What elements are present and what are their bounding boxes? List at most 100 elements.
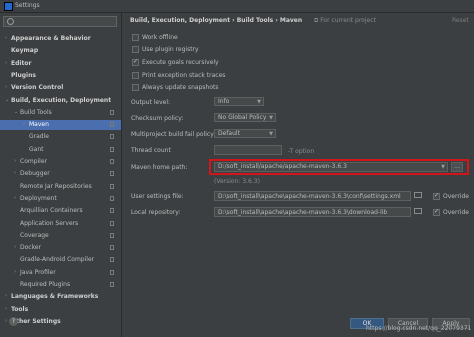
sidebar-item-label: Version Control [11,84,64,92]
chevron-down-icon: ▼ [257,99,261,105]
sidebar-item-label: Other Settings [11,317,61,325]
sidebar-item-label: Gradle [29,133,49,141]
folder-icon[interactable] [414,208,422,214]
multiproject-fail-policy-label: Multiproject build fail policy: [131,131,216,138]
checkbox-box[interactable] [132,34,139,41]
settings-sidebar: › Appearance & Behavior Keymap › Editor Plugi… [0,13,122,337]
sidebar-item[interactable]: › Appearance & Behavior [0,34,121,44]
project-config-icon [110,109,114,115]
sidebar-item[interactable]: Remote Jar Repositories [0,182,121,192]
sidebar-item[interactable]: ⌄ Build Tools [0,108,121,118]
sidebar-item[interactable]: › Maven [0,120,121,131]
settings-search-input[interactable] [3,16,117,27]
sidebar-item-label: Remote Jar Repositories [20,182,92,190]
checkbox-label: Print exception stack traces [142,72,226,79]
sidebar-item[interactable]: › Debugger [0,169,121,179]
project-config-icon [110,159,114,164]
sidebar-item[interactable]: › Deployment [0,194,121,204]
chevron-right-icon[interactable]: › [5,35,7,41]
checkbox-box[interactable] [132,58,139,66]
checksum-policy-select[interactable]: No Global Policy ▼ [214,113,276,122]
sidebar-item[interactable]: Arquillian Containers [0,206,121,216]
chevron-right-icon[interactable]: › [14,244,16,250]
sidebar-item[interactable]: Plugins [0,71,121,81]
chevron-right-icon[interactable]: › [14,170,16,176]
sidebar-item-label: Editor [11,59,32,67]
thread-count-input[interactable] [214,145,282,155]
user-settings-file-input[interactable]: D:\soft_install\apache\apache-maven-3.6.… [214,191,411,201]
sidebar-item-label: Docker [20,244,42,252]
checkbox-box[interactable] [433,192,440,200]
sidebar-item[interactable]: › Java Profiler [0,268,121,278]
sidebar-item[interactable]: › Editor [0,59,121,69]
chevron-right-icon[interactable]: › [5,293,7,299]
local-repository-input[interactable]: D:\soft_install\apache\apache-maven-3.6.… [214,207,411,217]
sidebar-item[interactable]: Keymap [0,46,121,56]
chevron-down-icon: ▼ [269,131,273,137]
sidebar-item[interactable]: › Compiler [0,157,121,167]
project-config-icon [110,282,114,287]
sidebar-item-label: Build Tools [20,108,52,116]
sidebar-item[interactable]: Application Servers [0,219,121,229]
sidebar-item-label: Build, Execution, Deployment [11,96,112,104]
project-config-icon [110,134,114,140]
chevron-right-icon[interactable]: › [14,158,16,164]
sidebar-item[interactable]: Coverage [0,231,121,241]
sidebar-item-label: Coverage [20,231,49,239]
sidebar-item[interactable]: Gradle [0,132,121,142]
sidebar-item[interactable]: › Languages & Frameworks [0,292,121,302]
project-config-icon [110,208,114,214]
sidebar-item-label: Application Servers [20,219,79,227]
sidebar-item-label: Arquillian Containers [20,207,83,215]
checkbox-box[interactable] [132,72,139,79]
project-config-icon [110,245,114,251]
window-titlebar: Settings [0,0,474,13]
checkbox-box[interactable] [132,46,139,53]
sidebar-item-label: Appearance & Behavior [11,35,91,42]
chevron-down-icon[interactable]: ⌄ [14,109,18,115]
sidebar-item[interactable]: › Other Settings [0,317,121,327]
checkbox-box[interactable] [433,208,440,216]
maven-version-label: (Version: 3.6.3) [214,178,260,185]
sidebar-item-label: Tools [11,305,29,313]
sidebar-item[interactable]: Gant [0,145,121,155]
sidebar-item[interactable]: › Version Control [0,83,121,93]
checkbox-label: Execute goals recursively [142,59,219,66]
sidebar-item[interactable]: › Tools [0,305,121,315]
sidebar-item-label: Compiler [20,158,48,165]
chevron-right-icon[interactable]: › [23,121,25,127]
project-config-icon [110,122,114,128]
sidebar-item[interactable]: › Docker [0,243,121,253]
sidebar-item[interactable]: Required Plugins [0,280,121,290]
chevron-down-icon: ▼ [269,115,273,121]
checkbox-label: Always update snapshots [142,84,219,91]
chevron-right-icon[interactable]: › [14,269,16,275]
sidebar-item-label: Plugins [11,71,36,79]
project-config-icon [110,171,114,177]
window-title: Settings [15,2,40,9]
checkbox-label: Use plugin registry [142,46,199,53]
help-icon[interactable]: ? [9,317,18,326]
reset-link[interactable]: Reset [452,17,469,24]
thread-count-hint: -T option [288,148,315,155]
output-level-select[interactable]: Info ▼ [214,97,264,106]
chevron-right-icon[interactable]: › [5,318,7,324]
checkbox-box[interactable] [132,84,139,91]
sidebar-item[interactable]: ⌄ Build, Execution, Deployment [0,96,121,106]
sidebar-item-label: Keymap [11,47,39,55]
sidebar-item-label: Gant [29,145,44,153]
chevron-right-icon[interactable]: › [5,60,7,66]
project-config-icon [110,146,114,152]
local-repository-label: Local repository: [131,209,181,216]
sidebar-item[interactable]: Gradle-Android Compiler [0,255,121,265]
multiproject-fail-policy-value: Default [218,130,240,137]
project-config-icon [110,195,114,201]
multiproject-fail-policy-select[interactable]: Default ▼ [214,129,276,138]
chevron-right-icon[interactable]: › [14,195,16,201]
chevron-right-icon[interactable]: › [5,84,7,90]
chevron-right-icon[interactable]: › [5,306,7,312]
maven-settings-panel: Build, Execution, Deployment › Build Too… [122,13,474,337]
override-label: Override [443,193,469,200]
chevron-down-icon[interactable]: ⌄ [5,97,9,103]
folder-icon[interactable] [414,192,422,198]
